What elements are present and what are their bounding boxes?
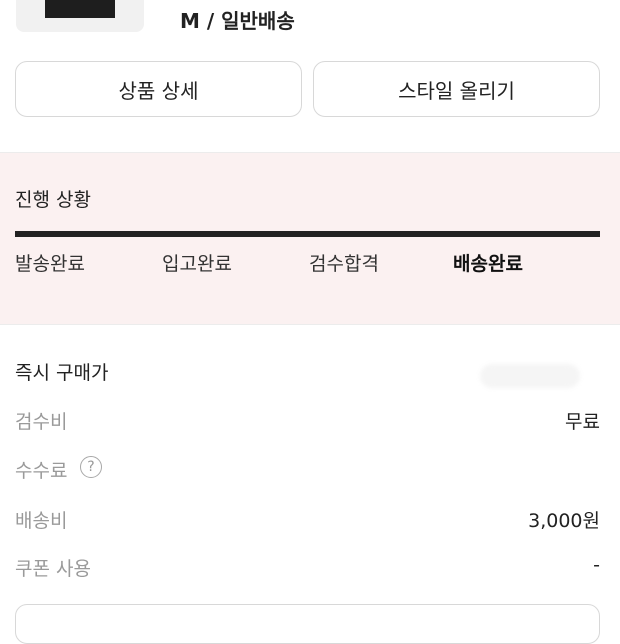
step-warehoused: 입고완료	[162, 253, 232, 275]
shipping-fee-value: 3,000원	[528, 510, 600, 532]
help-icon[interactable]: ?	[80, 456, 102, 478]
progress-title: 진행 상황	[15, 189, 91, 211]
buy-now-price-value-blurred	[480, 364, 580, 388]
commission-label: 수수료	[15, 460, 68, 482]
progress-section: 진행 상황 발송완료 입고완료 검수합격 배송완료	[0, 152, 620, 325]
buy-now-price-label: 즉시 구매가	[15, 362, 109, 384]
product-thumbnail[interactable]	[16, 0, 144, 32]
bottom-button[interactable]	[15, 604, 600, 644]
progress-bar	[15, 231, 600, 237]
inspection-fee-value: 무료	[565, 411, 600, 433]
upload-style-button[interactable]: 스타일 올리기	[313, 61, 600, 117]
inspection-fee-label: 검수비	[15, 411, 68, 433]
step-shipped: 발송완료	[15, 253, 85, 275]
step-delivered: 배송완료	[453, 253, 523, 275]
product-image	[45, 0, 115, 18]
shipping-fee-label: 배송비	[15, 510, 68, 532]
coupon-value: -	[593, 554, 600, 576]
coupon-label: 쿠폰 사용	[15, 558, 91, 580]
product-option: M / 일반배송	[180, 9, 295, 33]
step-inspection-passed: 검수합격	[309, 253, 379, 275]
product-detail-button[interactable]: 상품 상세	[15, 61, 302, 117]
